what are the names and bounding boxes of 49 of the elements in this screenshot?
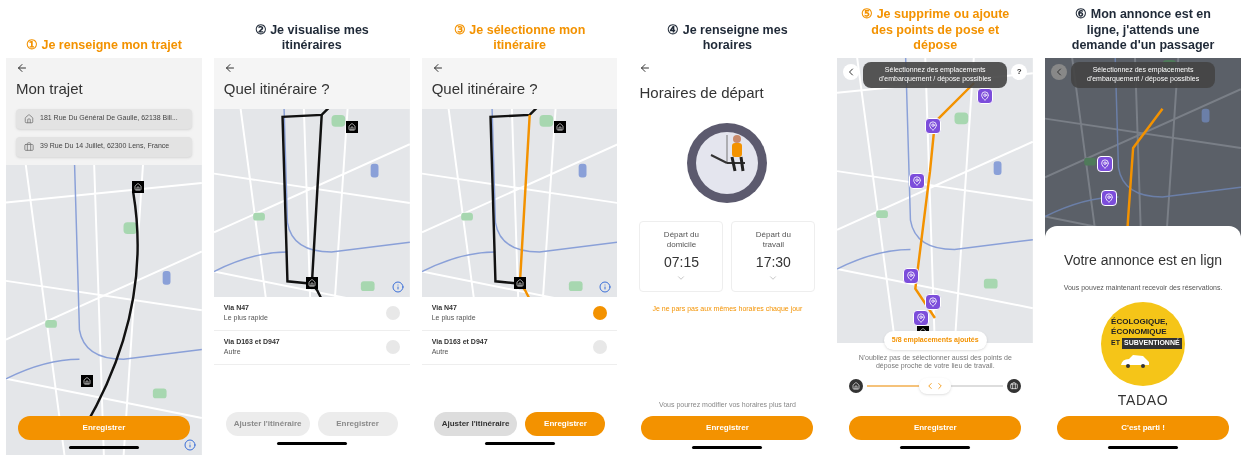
badge-text: ÉCOLOGIQUE, bbox=[1111, 318, 1168, 327]
slider-thumb[interactable] bbox=[919, 378, 952, 394]
time-value: 17:30 bbox=[755, 252, 791, 272]
home-indicator bbox=[692, 446, 763, 449]
info-icon[interactable] bbox=[599, 280, 612, 293]
radio-button[interactable] bbox=[593, 306, 608, 320]
info-icon[interactable] bbox=[391, 280, 404, 293]
step-heading: ② Je visualise mes itinéraires bbox=[253, 22, 370, 54]
pin-marker-icon bbox=[977, 88, 994, 104]
pin-marker-icon bbox=[903, 268, 920, 284]
home-indicator bbox=[276, 442, 347, 445]
sheet-title: Votre annonce est en lign bbox=[1064, 251, 1223, 270]
step-heading: ⑤ Je supprime ou ajoute des points de pose et dépose bbox=[860, 7, 1011, 54]
home-indicator bbox=[1108, 446, 1179, 449]
briefcase-icon bbox=[1007, 379, 1022, 393]
info-icon[interactable] bbox=[183, 439, 196, 451]
secondary-button[interactable]: Ajuster l'itinéraire bbox=[433, 412, 518, 436]
back-arrow-icon[interactable] bbox=[16, 62, 28, 74]
time-label: Départ du travail bbox=[754, 229, 792, 250]
brand-logo: TADAO bbox=[1117, 390, 1169, 410]
screen-title: Mon trajet bbox=[15, 79, 84, 99]
time-picker[interactable]: Départ du travail 17:30 bbox=[731, 220, 816, 292]
pin-marker-icon bbox=[925, 118, 942, 134]
step-heading: ④ Je renseigne mes horaires bbox=[666, 22, 789, 54]
badge-text: ÉCONOMIQUE bbox=[1111, 328, 1167, 337]
step-heading: ① Je renseigne mon trajet bbox=[25, 38, 183, 54]
back-arrow-icon[interactable] bbox=[431, 62, 444, 74]
pin-marker-icon bbox=[925, 294, 942, 310]
home-indicator bbox=[900, 446, 971, 449]
car-icon bbox=[1119, 352, 1152, 369]
time-value: 07:15 bbox=[663, 252, 699, 272]
time-picker[interactable]: Départ du domicile 07:15 bbox=[639, 220, 724, 292]
back-arrow-icon[interactable] bbox=[639, 62, 652, 74]
briefcase-icon bbox=[24, 141, 34, 152]
screen-title: Quel itinéraire ? bbox=[222, 79, 331, 99]
pin-marker-icon bbox=[909, 173, 926, 189]
time-label: Départ du domicile bbox=[662, 229, 700, 250]
pin-marker-icon bbox=[1097, 156, 1114, 172]
back-arrow-icon[interactable] bbox=[223, 62, 236, 74]
pin-marker-icon bbox=[1101, 190, 1118, 206]
step-heading: ⑥ Mon annonce est en ligne, j'attends une demande d'un passager bbox=[1070, 7, 1216, 54]
home-icon bbox=[24, 113, 34, 124]
home-indicator bbox=[68, 446, 139, 449]
step-heading: ③ Je sélectionne mon itinéraire bbox=[452, 22, 587, 54]
home-icon bbox=[849, 379, 864, 393]
screen-title: Quel itinéraire ? bbox=[430, 79, 539, 99]
home-indicator bbox=[484, 442, 555, 445]
screen-title: Horaires de départ bbox=[638, 83, 765, 103]
pin-marker-icon bbox=[913, 310, 930, 326]
